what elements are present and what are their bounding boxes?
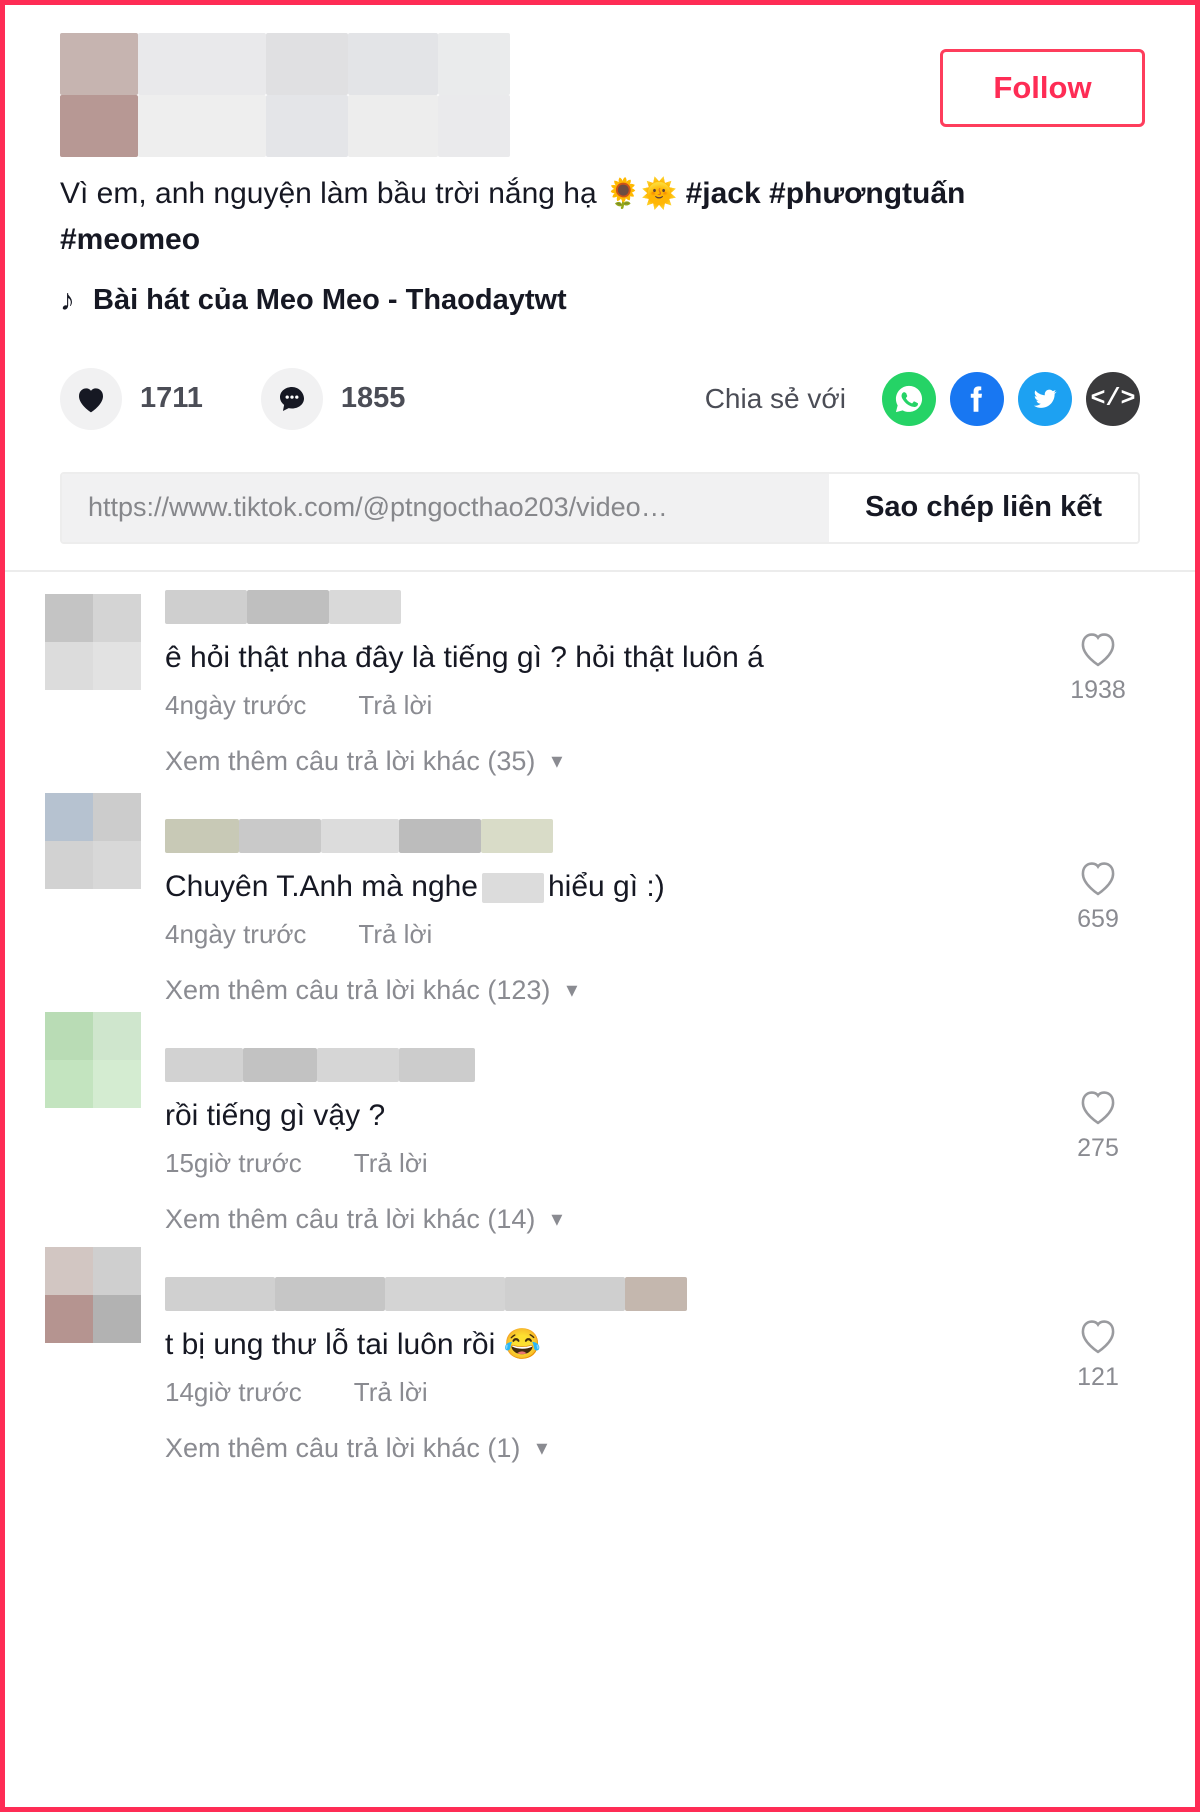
comment-reply-button[interactable]: Trả lời	[358, 690, 432, 721]
comment-bubble-icon[interactable]	[260, 367, 323, 430]
comment-item: ê hỏi thật nha đây là tiếng gì ? hỏi thậ…	[5, 572, 1195, 722]
heart-outline-icon	[1081, 1319, 1115, 1353]
share-row: Chia sẻ với </>	[704, 371, 1140, 426]
username-blur	[348, 95, 438, 157]
hashtag-jack[interactable]: #jack	[686, 177, 761, 210]
username-blur	[266, 95, 348, 157]
comment-meta: 15giờ trước Trả lời	[165, 1148, 1140, 1179]
comment-stat[interactable]: 1855	[260, 367, 406, 430]
comment-text: Chuyên T.Anh mà nghe hiểu gì :)	[165, 867, 1140, 908]
view-more-label: Xem thêm câu trả lời khác (35)	[165, 745, 536, 776]
caption-emoji: 🌻🌞	[605, 178, 678, 210]
comment-like-count: 275	[1077, 1133, 1119, 1162]
view-more-replies[interactable]: Xem thêm câu trả lời khác (1) ▾	[5, 1409, 1195, 1488]
comment-item: rồi tiếng gì vậy ? 15giờ trước Trả lời 2…	[5, 1011, 1195, 1180]
embed-code-icon[interactable]: </>	[1086, 371, 1140, 426]
heart-outline-icon	[1081, 861, 1115, 895]
comment-username-blur	[165, 589, 1140, 624]
comment-reply-button[interactable]: Trả lời	[354, 1377, 428, 1408]
comment-text: t bị ung thư lỗ tai luôn rồi 😂	[165, 1327, 541, 1361]
view-more-replies[interactable]: Xem thêm câu trả lời khác (123) ▾	[5, 951, 1195, 1030]
author-row: Follow	[60, 27, 1145, 157]
avatar[interactable]	[45, 593, 141, 690]
comment-item: Chuyên T.Anh mà nghe hiểu gì :) 4ngày trư…	[5, 792, 1195, 951]
avatar-blur	[60, 33, 138, 95]
comment-reply-button[interactable]: Trả lời	[358, 919, 432, 950]
chevron-down-icon: ▾	[536, 1435, 548, 1460]
comments-list: ê hỏi thật nha đây là tiếng gì ? hỏi thậ…	[5, 572, 1195, 1488]
comment-redaction-blur	[482, 872, 544, 903]
heart-outline-icon	[1081, 1090, 1115, 1124]
comment-like-button[interactable]: 121	[1053, 1315, 1143, 1392]
music-row[interactable]: ♪ Bài hát của Meo Meo - Thaodaytwt	[60, 284, 1140, 318]
comment-timestamp: 4ngày trước	[165, 919, 307, 949]
caption-text: Vì em, anh nguyện làm bầu trời nắng hạ	[60, 177, 597, 210]
video-link-field[interactable]: https://www.tiktok.com/@ptngocthao203/vi…	[62, 473, 830, 542]
comment-meta: 4ngày trước Trả lời	[165, 690, 1140, 721]
heart-outline-icon	[1081, 632, 1115, 666]
like-count: 1711	[140, 382, 203, 414]
facebook-icon[interactable]	[950, 371, 1004, 426]
whatsapp-icon[interactable]	[882, 371, 936, 426]
username-blur	[348, 33, 438, 95]
chevron-down-icon: ▾	[551, 748, 563, 773]
avatar[interactable]	[45, 1246, 141, 1343]
comment-item: t bị ung thư lỗ tai luôn rồi 😂 14giờ trư…	[5, 1246, 1195, 1409]
comment-like-button[interactable]: 1938	[1053, 628, 1143, 705]
chevron-down-icon: ▾	[566, 977, 578, 1002]
username-blur	[438, 33, 510, 95]
username-blur	[138, 33, 266, 95]
tiktok-share-panel: Follow Vì em, anh nguyện làm bầu trời nắ…	[0, 0, 1200, 1812]
comment-text: ê hỏi thật nha đây là tiếng gì ? hỏi thậ…	[165, 640, 764, 674]
comment-timestamp: 15giờ trước	[165, 1148, 302, 1178]
avatar[interactable]	[45, 792, 141, 889]
comment-reply-button[interactable]: Trả lời	[354, 1148, 428, 1179]
video-info-section: Follow Vì em, anh nguyện làm bầu trời nắ…	[5, 5, 1195, 572]
follow-button[interactable]: Follow	[940, 49, 1145, 127]
avatar-blur	[60, 95, 138, 157]
comment-like-button[interactable]: 275	[1053, 1086, 1143, 1163]
comment-like-count: 659	[1077, 904, 1119, 933]
comment-timestamp: 4ngày trước	[165, 690, 307, 720]
embed-code-glyph: </>	[1090, 384, 1136, 413]
share-label: Chia sẻ với	[704, 382, 846, 414]
comment-like-count: 121	[1077, 1362, 1119, 1391]
comment-like-count: 1938	[1070, 675, 1126, 704]
chevron-down-icon: ▾	[551, 1206, 563, 1231]
comment-text: rồi tiếng gì vậy ?	[165, 1098, 386, 1132]
copy-link-button[interactable]: Sao chép liên kết	[829, 473, 1138, 542]
avatar[interactable]	[45, 1011, 141, 1108]
comment-timestamp: 14giờ trước	[165, 1377, 302, 1407]
comment-text-before: Chuyên T.Anh mà nghe	[165, 869, 478, 903]
engagement-row: 1711 1855 Chia sẻ với </>	[60, 366, 1140, 432]
username-blur	[138, 95, 266, 157]
comment-username-blur	[165, 818, 1140, 853]
twitter-icon[interactable]	[1018, 371, 1072, 426]
view-more-label: Xem thêm câu trả lời khác (1)	[165, 1432, 521, 1463]
heart-icon[interactable]	[60, 367, 122, 430]
comment-meta: 4ngày trước Trả lời	[165, 919, 1140, 950]
comment-meta: 14giờ trước Trả lời	[165, 1377, 1140, 1408]
hashtag-meomeo[interactable]: #meomeo	[60, 223, 200, 256]
like-stat[interactable]: 1711	[60, 367, 203, 430]
view-more-replies[interactable]: Xem thêm câu trả lời khác (14) ▾	[5, 1180, 1195, 1259]
view-more-replies[interactable]: Xem thêm câu trả lời khác (35) ▾	[5, 722, 1195, 801]
username-blur	[438, 95, 510, 157]
comment-like-button[interactable]: 659	[1053, 857, 1143, 934]
comment-text-after: hiểu gì :)	[548, 869, 665, 903]
music-title: Bài hát của Meo Meo - Thaodaytwt	[93, 284, 567, 316]
view-more-label: Xem thêm câu trả lời khác (123)	[165, 974, 551, 1005]
username-blur	[266, 33, 348, 95]
comment-username-blur	[165, 1276, 1140, 1311]
music-note-icon: ♪	[60, 283, 75, 317]
video-caption: Vì em, anh nguyện làm bầu trời nắng hạ 🌻…	[60, 171, 1020, 262]
comment-count: 1855	[340, 382, 406, 414]
view-more-label: Xem thêm câu trả lời khác (14)	[165, 1203, 536, 1234]
copy-link-row: https://www.tiktok.com/@ptngocthao203/vi…	[60, 471, 1140, 544]
comment-username-blur	[165, 1047, 1140, 1082]
hashtag-phuongtuan[interactable]: #phươngtuấn	[769, 177, 965, 210]
